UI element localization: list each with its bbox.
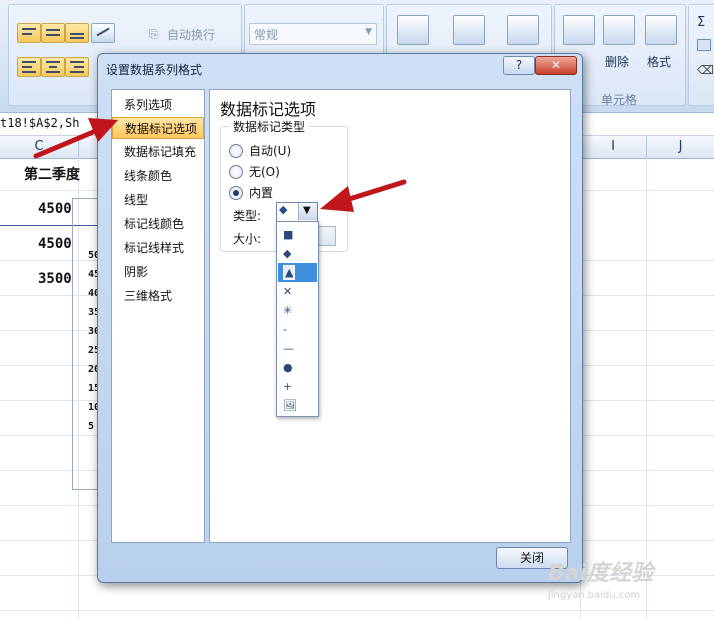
radio-auto-label: 自动(U) — [249, 144, 292, 158]
dialog-title: 设置数据系列格式 — [106, 63, 203, 77]
align-right-button[interactable] — [65, 57, 89, 77]
chevron-down-icon: ▼ — [365, 27, 372, 37]
marker-type-list: ■ ◆ ▲ ✕ ✳ - — ● + 🖼 — [276, 221, 319, 417]
formula-text: t18!$A$2,Sh — [0, 116, 80, 130]
triangle-icon: ▲ — [283, 265, 296, 280]
radio-none[interactable] — [229, 165, 243, 179]
clear-icon[interactable]: ⌫ — [697, 63, 714, 77]
watermark-url: jingyan.baidu.com — [548, 590, 641, 601]
align-middle-button[interactable] — [41, 23, 65, 43]
cells-group-label: 单元格 — [601, 93, 638, 107]
cell-value[interactable]: 4500 — [38, 201, 72, 217]
delete-cells-icon[interactable] — [603, 15, 635, 45]
nav-item-marker-options[interactable]: 数据标记选项 — [112, 117, 204, 139]
orientation-button[interactable] — [91, 23, 115, 43]
group-title: 数据标记类型 — [230, 118, 309, 135]
nav-item-line-style[interactable]: 线型 — [112, 189, 204, 211]
marker-option-star[interactable]: ✳ — [278, 301, 317, 320]
marker-option-short-dash[interactable]: - — [278, 320, 317, 339]
insert-cells-icon[interactable] — [563, 15, 595, 45]
autosum-icon[interactable]: Σ — [697, 15, 705, 30]
marker-option-long-dash[interactable]: — — [278, 339, 317, 358]
nav-item-shadow[interactable]: 阴影 — [112, 261, 204, 283]
conditional-format-icon[interactable] — [397, 15, 429, 45]
marker-option-picture[interactable]: 🖼 — [278, 396, 317, 415]
format-button[interactable]: 格式 — [647, 53, 671, 70]
radio-builtin[interactable] — [229, 186, 243, 200]
watermark: Bai度经验 — [548, 561, 654, 586]
wrap-text-icon: ⎘ — [149, 27, 159, 41]
type-label: 类型: — [233, 209, 262, 223]
nav-item-3d-format[interactable]: 三维格式 — [112, 285, 204, 307]
cell-value[interactable]: 3500 — [38, 271, 72, 287]
cell-header[interactable]: 第二季度 — [24, 164, 80, 184]
marker-option-triangle[interactable]: ▲ — [278, 263, 317, 282]
marker-option-circle[interactable]: ● — [278, 358, 317, 377]
size-label: 大小: — [233, 232, 262, 246]
editing-group: Σ ⌫ — [688, 4, 714, 106]
format-cells-icon[interactable] — [645, 15, 677, 45]
delete-button[interactable]: 删除 — [605, 53, 629, 70]
align-top-button[interactable] — [17, 23, 41, 43]
section-title: 数据标记选项 — [220, 100, 317, 119]
align-left-button[interactable] — [17, 57, 41, 77]
cell-value[interactable]: 4500 — [38, 236, 72, 252]
dropdown-button[interactable]: ▼ — [298, 203, 317, 220]
selected-marker-symbol: ◆ — [279, 203, 288, 216]
marker-option-plus[interactable]: + — [278, 377, 317, 396]
align-center-button[interactable] — [41, 57, 65, 77]
table-format-icon[interactable] — [453, 15, 485, 45]
column-header-j[interactable]: J — [647, 136, 714, 158]
size-spinner[interactable] — [316, 226, 336, 246]
close-icon[interactable]: ✕ — [535, 56, 577, 75]
fill-icon[interactable] — [697, 39, 711, 51]
grid-line — [646, 158, 647, 619]
marker-option-x[interactable]: ✕ — [278, 282, 317, 301]
radio-builtin-label: 内置 — [249, 186, 274, 200]
nav-item-line-color[interactable]: 线条颜色 — [112, 165, 204, 187]
radio-none-label: 无(O) — [249, 165, 280, 179]
chart-axis-label: 5 — [88, 421, 95, 432]
nav-item-series-options[interactable]: 系列选项 — [112, 94, 204, 116]
wrap-text-button[interactable]: 自动换行 — [167, 26, 215, 43]
cell-styles-icon[interactable] — [507, 15, 539, 45]
help-button[interactable]: ? — [503, 56, 535, 75]
number-format-select[interactable]: 常规 ▼ — [249, 23, 377, 45]
nav-item-marker-fill[interactable]: 数据标记填充 — [112, 141, 204, 163]
align-bottom-button[interactable] — [65, 23, 89, 43]
nav-item-marker-line-style[interactable]: 标记线样式 — [112, 237, 204, 259]
nav-item-marker-line-color[interactable]: 标记线颜色 — [112, 213, 204, 235]
marker-option-diamond[interactable]: ◆ — [278, 244, 317, 263]
column-header-i[interactable]: I — [580, 136, 647, 158]
chevron-down-icon: ▼ — [303, 205, 311, 216]
marker-option-square[interactable]: ■ — [278, 225, 317, 244]
radio-auto[interactable] — [229, 144, 243, 158]
column-header-c[interactable]: C — [0, 136, 79, 158]
options-panel: 数据标记选项 数据标记类型 自动(U) 无(O) 内置 类型: 大小: — [209, 89, 571, 543]
format-data-series-dialog: 设置数据系列格式 ? ✕ 系列选项 数据标记选项 数据标记填充 线条颜色 线型 … — [97, 53, 583, 583]
grid-line — [0, 610, 714, 611]
category-list: 系列选项 数据标记选项 数据标记填充 线条颜色 线型 标记线颜色 标记线样式 阴… — [111, 89, 205, 543]
number-format-value: 常规 — [254, 28, 279, 42]
